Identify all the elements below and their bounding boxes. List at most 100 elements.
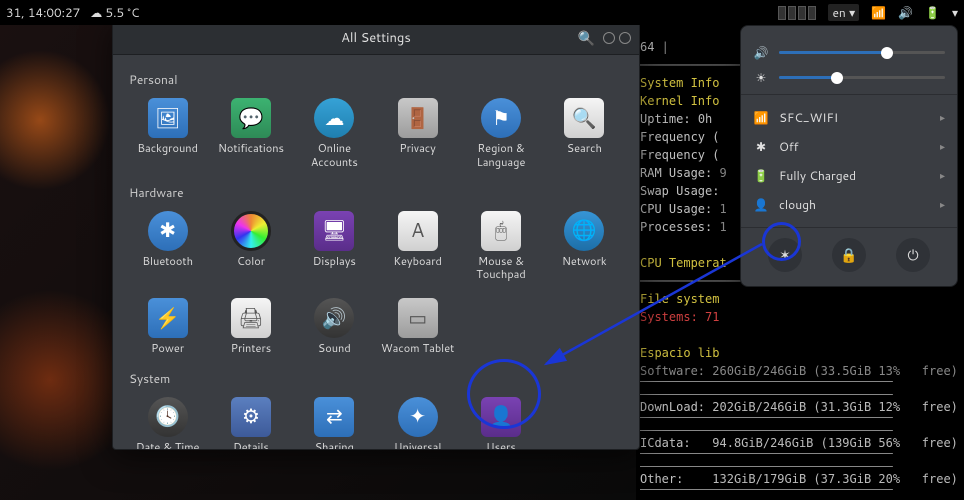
top-panel: 31, 14:00:27 ☁ 5.5 °C en ▾ 📶 🔊 🔋 ▾ <box>0 0 964 25</box>
bluetooth-menu-item[interactable]: ✱ Off ▸ <box>753 132 945 161</box>
sound-icon: 🔊 <box>314 298 354 338</box>
item-label: Keyboard <box>393 255 442 269</box>
wifi-icon[interactable]: 📶 <box>871 4 886 21</box>
settings-item-mouse-touchpad[interactable]: 🖱 Mouse & Touchpad <box>460 207 541 289</box>
user-label: clough <box>779 196 816 213</box>
settings-title: All Settings <box>341 29 411 47</box>
lock-icon: 🔒 <box>840 245 857 265</box>
settings-item-search[interactable]: 🔍 Search <box>544 94 625 176</box>
printers-icon: 🖨 <box>231 298 271 338</box>
settings-item-power[interactable]: ⚡ Power <box>127 294 208 362</box>
item-label: Universal Access <box>379 441 456 449</box>
wifi-menu-icon: 📶 <box>753 109 769 126</box>
item-label: Online Accounts <box>296 142 373 170</box>
sharing-icon: ⇄ <box>314 397 354 437</box>
background-icon: 🖼 <box>148 98 188 138</box>
details-icon: ⚙ <box>231 397 271 437</box>
user-avatar-icon: 👤 <box>753 196 769 213</box>
settings-item-wacom-tablet[interactable]: ▭ Wacom Tablet <box>377 294 458 362</box>
item-label: Displays <box>313 255 356 269</box>
battery-menu-item[interactable]: 🔋 Fully Charged ▸ <box>753 161 945 190</box>
settings-body: Personal 🖼 Background 💬 Notifications ☁ … <box>113 55 639 449</box>
color-icon <box>231 211 271 251</box>
online-accounts-icon: ☁ <box>314 98 354 138</box>
item-label: Sharing <box>315 441 354 449</box>
settings-item-displays[interactable]: 🖥 Displays <box>294 207 375 289</box>
power-icon: ⏻ <box>907 245 918 265</box>
settings-item-sharing[interactable]: ⇄ Sharing <box>294 393 375 449</box>
settings-item-region-language[interactable]: ⚑ Region & Language <box>460 94 541 176</box>
battery-icon[interactable]: 🔋 <box>925 4 940 21</box>
system-menu-popover: 🔊 ☀ 📶 SFC_WIFI ▸ ✱ Off ▸ 🔋 Fully Charged… <box>740 25 958 287</box>
temperature-label: 5.5 °C <box>106 4 140 21</box>
wifi-menu-item[interactable]: 📶 SFC_WIFI ▸ <box>753 103 945 132</box>
item-label: Search <box>567 142 602 156</box>
item-label: Users <box>486 441 516 449</box>
settings-item-users[interactable]: 👤 Users <box>460 393 541 449</box>
settings-item-network[interactable]: 🌐 Network <box>544 207 625 289</box>
settings-item-details[interactable]: ⚙ Details <box>210 393 291 449</box>
notifications-icon: 💬 <box>231 98 271 138</box>
item-label: Date & Time <box>136 441 200 449</box>
cpu-tray-icon[interactable] <box>778 6 816 20</box>
region-language-icon: ⚑ <box>481 98 521 138</box>
keyboard-layout-indicator[interactable]: en ▾ <box>828 4 859 21</box>
settings-shortcut-button[interactable]: ✶ <box>768 238 802 272</box>
chevron-right-icon: ▸ <box>940 198 945 212</box>
brightness-slider[interactable]: ☀ <box>753 69 945 86</box>
item-label: Network <box>562 255 607 269</box>
item-label: Color <box>237 255 265 269</box>
maximize-button[interactable] <box>619 32 631 44</box>
settings-item-universal-access[interactable]: ✦ Universal Access <box>377 393 458 449</box>
settings-shortcut-icon: ✶ <box>779 245 791 265</box>
item-label: Bluetooth <box>142 255 193 269</box>
volume-icon[interactable]: 🔊 <box>898 4 913 21</box>
section-personal: Personal <box>129 71 625 88</box>
item-label: Background <box>137 142 198 156</box>
search-icon[interactable]: 🔍 <box>578 28 595 48</box>
minimize-button[interactable] <box>603 32 615 44</box>
settings-item-background[interactable]: 🖼 Background <box>127 94 208 176</box>
settings-item-online-accounts[interactable]: ☁ Online Accounts <box>294 94 375 176</box>
settings-item-sound[interactable]: 🔊 Sound <box>294 294 375 362</box>
item-label: Region & Language <box>462 142 539 170</box>
item-label: Wacom Tablet <box>381 342 454 356</box>
user-menu-item[interactable]: 👤 clough ▸ <box>753 190 945 219</box>
bluetooth-icon: ✱ <box>148 211 188 251</box>
settings-item-keyboard[interactable]: A Keyboard <box>377 207 458 289</box>
displays-icon: 🖥 <box>314 211 354 251</box>
network-icon: 🌐 <box>564 211 604 251</box>
chevron-right-icon: ▸ <box>940 111 945 125</box>
settings-item-privacy[interactable]: 🚪 Privacy <box>377 94 458 176</box>
item-label: Sound <box>318 342 351 356</box>
battery-menu-icon: 🔋 <box>753 167 769 184</box>
item-label: Details <box>233 441 269 449</box>
item-label: Power <box>151 342 184 356</box>
chevron-down-icon[interactable]: ▾ <box>952 4 958 21</box>
settings-item-date-time[interactable]: 🕓 Date & Time <box>127 393 208 449</box>
settings-item-notifications[interactable]: 💬 Notifications <box>210 94 291 176</box>
universal-access-icon: ✦ <box>398 397 438 437</box>
wacom-icon: ▭ <box>398 298 438 338</box>
speaker-icon: 🔊 <box>753 44 769 61</box>
privacy-icon: 🚪 <box>398 98 438 138</box>
mouse-icon: 🖱 <box>481 211 521 251</box>
settings-item-color[interactable]: Color <box>210 207 291 289</box>
cloud-icon: ☁ <box>90 4 102 21</box>
item-label: Printers <box>231 342 271 356</box>
settings-item-bluetooth[interactable]: ✱ Bluetooth <box>127 207 208 289</box>
power-off-button[interactable]: ⏻ <box>896 238 930 272</box>
weather-indicator[interactable]: ☁ 5.5 °C <box>90 4 139 21</box>
lock-button[interactable]: 🔒 <box>832 238 866 272</box>
item-label: Privacy <box>399 142 435 156</box>
settings-item-printers[interactable]: 🖨 Printers <box>210 294 291 362</box>
clock-label: 31, 14:00:27 <box>6 4 80 21</box>
section-hardware: Hardware <box>129 184 625 201</box>
brightness-icon: ☀ <box>753 69 769 86</box>
bluetooth-menu-icon: ✱ <box>753 138 769 155</box>
volume-slider[interactable]: 🔊 <box>753 44 945 61</box>
settings-headerbar: All Settings 🔍 <box>113 21 639 55</box>
item-label: Notifications <box>218 142 284 156</box>
wifi-label: SFC_WIFI <box>779 109 838 126</box>
chevron-right-icon: ▸ <box>940 169 945 183</box>
